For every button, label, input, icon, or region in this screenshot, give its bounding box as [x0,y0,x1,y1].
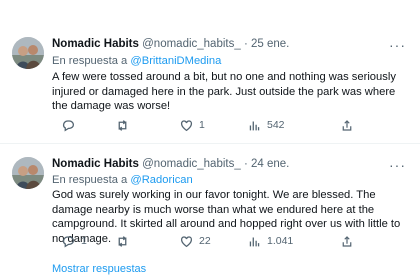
like-icon [180,235,193,247]
like-count: 22 [199,235,211,247]
views-icon [249,236,260,246]
avatar-image [12,157,44,189]
retweet-icon [118,119,127,131]
author-name[interactable]: Nomadic Habits [52,38,139,50]
avatar-image [12,37,44,69]
show-replies-link[interactable]: Mostrar respuestas [52,262,146,276]
share-button[interactable] [341,117,353,133]
retweet-button[interactable] [116,233,135,249]
action-bar: 1 542 [52,117,404,133]
reply-icon [62,119,75,132]
tweet-date[interactable]: 24 ene. [251,158,289,170]
reply-count: 1 [81,235,87,247]
tweet-header: Nomadic Habits @nomadic_habits_ · 24 ene… [52,156,289,172]
share-icon [342,119,352,131]
share-icon [342,235,352,247]
like-icon [180,119,193,131]
views-icon [249,120,260,130]
author-handle[interactable]: @nomadic_habits_ [142,158,241,170]
views-button[interactable]: 1.041 [248,233,293,249]
avatar[interactable] [12,37,44,69]
reply-context: En respuesta a @BrittaniDMedina [52,54,221,68]
tweet-date[interactable]: 25 ene. [251,38,289,50]
share-button[interactable] [341,233,353,249]
retweet-icon [118,235,127,247]
action-bar: 1 22 1.041 [52,233,404,249]
tweet-header: Nomadic Habits @nomadic_habits_ · 25 ene… [52,36,289,52]
avatar[interactable] [12,157,44,189]
like-button[interactable]: 22 [180,233,211,249]
separator-dot: · [243,38,248,50]
reply-to-link[interactable]: @Radorican [130,174,192,186]
views-count: 542 [267,119,285,131]
like-button[interactable]: 1 [180,117,205,133]
views-count: 1.041 [267,235,294,247]
author-name[interactable]: Nomadic Habits [52,158,139,170]
reply-to-link[interactable]: @BrittaniDMedina [130,55,221,67]
reply-prefix: En respuesta a [52,174,128,186]
tweet[interactable]: Nomadic Habits @nomadic_habits_ · 25 ene… [0,0,420,143]
reply-prefix: En respuesta a [52,55,128,67]
tweet-text: A few were tossed around a bit, but no o… [52,71,396,112]
author-handle[interactable]: @nomadic_habits_ [142,38,241,50]
views-button[interactable]: 542 [248,117,285,133]
reply-button[interactable] [62,117,81,133]
like-count: 1 [199,119,205,131]
reply-context: En respuesta a @Radorican [52,173,193,187]
reply-button[interactable]: 1 [62,233,87,249]
separator-dot: · [243,158,248,170]
retweet-button[interactable] [116,117,135,133]
reply-icon [62,235,75,248]
more-icon[interactable]: ··· [389,38,406,52]
more-icon[interactable]: ··· [389,158,406,172]
tweet[interactable]: Nomadic Habits @nomadic_habits_ · 24 ene… [0,143,420,257]
